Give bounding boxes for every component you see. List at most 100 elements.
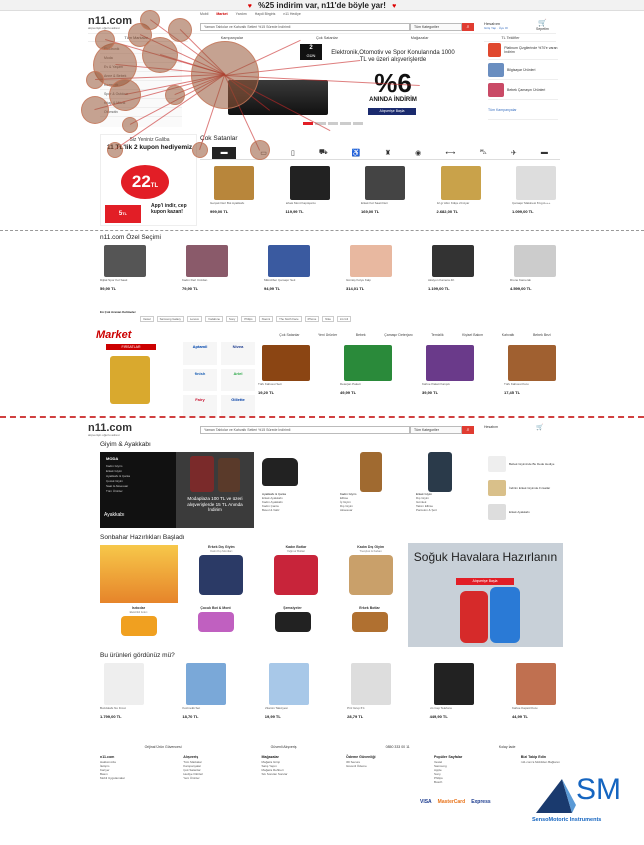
hero-banner[interactable]: 2 GÜN Elektronik,Otomotiv ve Spor Konula… (188, 40, 484, 126)
sidebar-item[interactable]: Kitap & Müzik (100, 99, 182, 108)
tag-link[interactable]: Vestel (140, 316, 154, 322)
tag-link[interactable]: Sony (225, 316, 239, 322)
category-select[interactable]: Tüm Kategoriler (410, 23, 462, 31)
product-card[interactable]: Kahve Kapsül Kutu 44,99 TL (512, 663, 560, 719)
fashion-col-link[interactable]: Bavul & Valiz (262, 508, 286, 512)
brand-logo[interactable]: Ariel (221, 368, 255, 392)
cart-button[interactable]: 🛒 (536, 424, 543, 431)
washer-icon[interactable]: ◉ (415, 149, 421, 157)
market-nav-item[interactable]: Kahvaltı (502, 333, 515, 337)
product-card[interactable]: Kozmetik Set 18,70 TL (182, 663, 230, 719)
tag-link[interactable]: Vodafone (205, 316, 223, 322)
product-card[interactable]: Priz Grup 6'lı 28,79 TL (347, 663, 395, 719)
product-card[interactable]: Aksiyon Kamera 4K 1.199,00 TL (428, 245, 478, 291)
product-card[interactable]: Drone Kameralı 4.599,00 TL (510, 245, 560, 291)
promo-banner[interactable]: ♥ %25 indirim var, n11'de böyle yar! ♥ (0, 0, 644, 11)
footer-link[interactable]: n11.com'a Mobilden Bağlanın (521, 760, 560, 764)
cart-button[interactable]: 🛒 Sepetim (536, 20, 549, 31)
bag-image[interactable] (262, 458, 298, 486)
product-card[interactable]: Türk Kahvesi Seti 19,20 TL (258, 345, 314, 395)
coupon-banner[interactable]: Siz Yeniniz Galiba 11 TL'lik 2 kupon hed… (100, 134, 197, 226)
autumn-item[interactable]: Kadın Botlar Yağmur Botları (269, 545, 323, 597)
jeep-icon[interactable]: ⛍ (480, 148, 487, 157)
sidebar-item[interactable]: Moda (100, 54, 182, 63)
autumn-item[interactable]: Şemsiyeler (270, 606, 316, 638)
product-card[interactable]: Gerçek Deri Bot Ayakkabı 999,00 TL (210, 166, 258, 214)
top-link-hediye[interactable]: n11 Hediye (283, 12, 300, 16)
plane-icon[interactable]: ✈ (511, 149, 517, 157)
carousel-dots[interactable] (303, 122, 364, 125)
nav-campaigns[interactable]: Kampanyalar (221, 36, 243, 40)
dumbbell-icon[interactable]: ⟷ (445, 149, 455, 157)
search-button[interactable]: ⌕ (462, 426, 474, 434)
fashion-promo[interactable]: İndirim Erkek Giyimde Fırsatlar (488, 476, 560, 500)
tag-link[interactable]: iPhone (304, 316, 320, 322)
sidebar-item[interactable]: Otomotiv (100, 108, 182, 117)
promo-tile[interactable]: Tüm Kampanyalar (488, 100, 558, 120)
search-input[interactable]: Yaman Tablolar ve Kahvaltı Setleri %15 S… (200, 426, 410, 434)
product-card[interactable]: Erkek Mont Kapüşonlu 119,99 TL (286, 166, 334, 214)
sidebar-item[interactable]: Anne & Bebek (100, 72, 182, 81)
modaplaza-banner[interactable]: Modaplaza 100 TL ve üzeri alışverişlerde… (176, 452, 254, 528)
product-card[interactable]: LG Cep Telefonu 449,90 TL (430, 663, 478, 719)
man-image[interactable] (428, 452, 452, 492)
autumn-item[interactable]: Çocuk Bot & Mont (193, 606, 239, 638)
market-main-product[interactable] (110, 356, 150, 404)
brand-logo[interactable]: Fairy (183, 395, 217, 418)
tv-icon[interactable]: ▭ (260, 149, 267, 157)
fashion-link[interactable]: Tüm Ürünler (106, 489, 123, 493)
product-card[interactable]: Gümüş Kolye Kalp 314,01 TL (346, 245, 396, 291)
site-logo[interactable]: n11.com alışverişin uğurlu adresi (88, 422, 132, 437)
tag-link[interactable]: Nike (322, 316, 334, 322)
woman-image[interactable] (360, 452, 382, 492)
fashion-link[interactable]: Kadın Giyim (106, 464, 122, 468)
brand-logo[interactable]: Gillette (221, 395, 255, 418)
market-nav-item[interactable]: Yeni Ürünler (318, 333, 337, 337)
cold-weather-button[interactable]: Alışverişe Başla (456, 578, 514, 585)
trust-phone[interactable]: 0850 333 00 11 (386, 745, 410, 749)
shop-now-button[interactable]: Alışverişe Başla (368, 108, 416, 115)
brand-logo[interactable]: Aptamil (183, 342, 217, 365)
product-card[interactable]: Dijital Spor Kol Saati 59,90 TL (100, 245, 150, 291)
market-logo[interactable]: Market (96, 329, 131, 341)
nav-all-brands[interactable]: Tüm Markalar (124, 36, 147, 40)
fashion-link[interactable]: Ayakkabı & Çanta (106, 474, 130, 478)
product-card[interactable]: Buzdolabı No Frost 1.799,00 TL (100, 663, 148, 719)
car-icon[interactable]: ⛟ (319, 148, 328, 157)
autumn-item[interactable]: Isıtıcılar Elektrikli Isıtıcı (116, 606, 162, 638)
tag-link[interactable]: Samsung Galaxy (156, 316, 184, 322)
top-link-mobil[interactable]: Mobil (200, 12, 208, 16)
fashion-promo[interactable]: Erkek Ayakkabı (488, 500, 560, 524)
heater-image[interactable] (100, 545, 178, 603)
promo-tile[interactable]: Bilgisayar Ürünleri (488, 60, 558, 80)
footer-link[interactable]: Sık Sorulan Sorular (262, 772, 288, 776)
nav-best-sellers[interactable]: Çok Satanlar (316, 36, 338, 40)
tag-link[interactable]: Xiaomi (258, 316, 274, 322)
cold-weather-banner[interactable]: Soğuk Havalara Hazırlanın Alışverişe Baş… (408, 543, 563, 647)
product-card[interactable]: Erkek Kol Saati Deri 169,00 TL (361, 166, 409, 214)
fashion-link[interactable]: Erkek Giyim (106, 469, 122, 473)
brand-logo[interactable]: finish (183, 368, 217, 392)
product-card[interactable]: Mikrofiber Çamaşır Seti 94,99 TL (264, 245, 314, 291)
autumn-item[interactable]: Erkek Botlar (347, 606, 393, 638)
fashion-col-link[interactable]: Aksesuar (340, 508, 356, 512)
stroller-icon[interactable]: ♿ (352, 149, 361, 157)
perfume-icon[interactable]: ♜ (385, 149, 391, 157)
phone-icon[interactable]: ▬ (212, 146, 237, 159)
footer-link[interactable]: Güvenli Ödeme (346, 764, 376, 768)
search-input[interactable]: Yaman Tablolar ve Kahvaltı Setleri %15 S… (200, 23, 410, 31)
fashion-col-link[interactable]: Pantolon & Şort (416, 508, 437, 512)
sofa-icon[interactable]: ▬ (541, 149, 548, 156)
brand-logo[interactable]: Nivea (221, 342, 255, 365)
sidebar-item[interactable]: Kozmetik (100, 81, 182, 90)
top-link-birgiris[interactable]: Haydi Birgiris (255, 12, 276, 16)
account-menu[interactable]: Hesabım (484, 425, 498, 429)
product-card[interactable]: Çamaşır Makinesi 8 kg A+++ 1.099,00 TL (512, 166, 560, 214)
top-link-market[interactable]: Market (216, 12, 227, 16)
product-card[interactable]: Türk Kahvesi Kutu 17,45 TL (504, 345, 560, 395)
account-menu[interactable]: Hesabım Giriş Yap · Üye Ol (484, 21, 508, 30)
market-nav-item[interactable]: Temizlik (431, 333, 443, 337)
nav-tl-offers[interactable]: TL Teklifler (501, 36, 519, 40)
mobile-icon[interactable]: ▯ (291, 149, 295, 157)
search-button[interactable]: ⌕ (462, 23, 474, 31)
